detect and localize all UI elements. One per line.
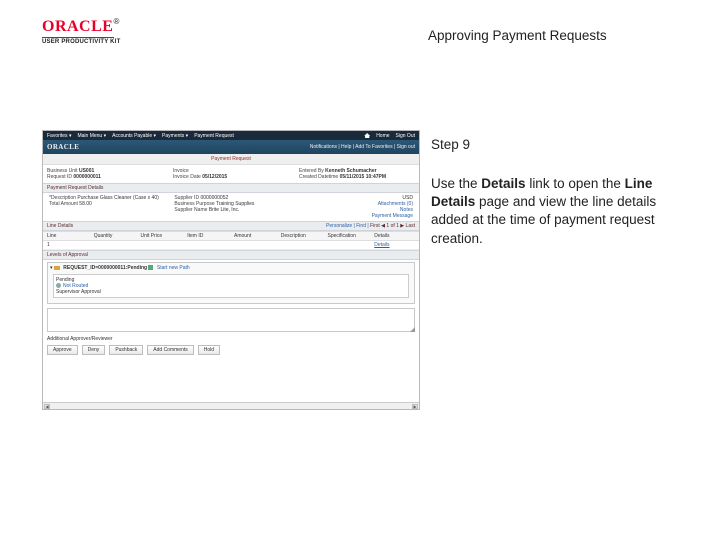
hold-button[interactable]: Hold (198, 345, 220, 355)
field-label: Request ID (47, 174, 72, 180)
cell (234, 242, 275, 248)
oracle-logo: ORACLE® USER PRODUCTIVITY KIT (42, 18, 120, 45)
home-link[interactable]: Home (376, 133, 389, 139)
upk-text: USER PRODUCTIVITY KIT (42, 39, 120, 45)
text: Use the (431, 176, 481, 191)
text: link to open the (526, 176, 625, 191)
approve-button[interactable]: Approve (47, 345, 78, 355)
section-title: Line Details (47, 223, 73, 229)
menu-item[interactable]: Favorites ▾ (47, 133, 71, 139)
horizontal-scrollbar[interactable]: ◀ ▶ (43, 402, 419, 409)
cell (187, 242, 228, 248)
action-button-row: Approve Deny Pushback Add Comments Hold (47, 345, 415, 355)
menu-item[interactable]: Payment Request (194, 133, 234, 139)
column-header: Specification (328, 233, 369, 239)
column-header: Line (47, 233, 88, 239)
cell (281, 242, 322, 248)
subnav-right[interactable]: Notifications | Help | Add To Favorites … (310, 144, 415, 150)
table-row: 1 Details (43, 241, 419, 250)
cell (94, 242, 135, 248)
column-header: Unit Price (141, 233, 182, 239)
column-header: Details (374, 233, 415, 239)
registered-mark: ® (113, 17, 119, 26)
field-label: Total Amount (49, 201, 78, 207)
home-icon[interactable] (364, 133, 370, 138)
approval-section-header: Levels of Approval (43, 250, 419, 260)
emphasis: Details (481, 176, 525, 191)
page: ORACLE® USER PRODUCTIVITY KIT Approving … (0, 0, 720, 540)
details-link[interactable]: Details (374, 242, 415, 248)
field-label: Supplier Name (174, 207, 207, 213)
field-value: 58.00 (79, 201, 92, 207)
column-header: Amount (234, 233, 275, 239)
table-header: Line Quantity Unit Price Item ID Amount … (43, 231, 419, 241)
person-icon (56, 283, 61, 288)
approval-box: ▾ REQUEST_ID=0000000011:Pending Start ne… (47, 262, 415, 304)
cell (141, 242, 182, 248)
menu-item[interactable]: Payments ▾ (162, 133, 188, 139)
field-value: Brite Lite, Inc. (209, 207, 240, 213)
menu-item[interactable]: Main Menu ▾ (77, 133, 106, 139)
page-title: Payment Request (43, 154, 419, 165)
scroll-right-icon[interactable]: ▶ (412, 404, 418, 409)
request-id-status: REQUEST_ID=0000000011:Pending (63, 265, 147, 271)
signout-link[interactable]: Sign Out (396, 133, 415, 139)
brandbar: ORACLE Notifications | Help | Add To Fav… (43, 140, 419, 154)
menubar: Favorites ▾ Main Menu ▾ Accounts Payable… (43, 131, 419, 140)
detail-block: *Description Purchase Glass Cleaner (Cas… (43, 193, 419, 221)
payment-message-link[interactable]: Payment Message (300, 213, 413, 219)
deny-button[interactable]: Deny (82, 345, 106, 355)
field-label: Invoice Date (173, 174, 201, 180)
breadcrumb-menu: Favorites ▾ Main Menu ▾ Accounts Payable… (47, 133, 356, 139)
app-screenshot: Favorites ▾ Main Menu ▾ Accounts Payable… (42, 130, 420, 410)
plus-icon[interactable] (148, 265, 153, 270)
start-new-path-link[interactable]: Start new Path (157, 265, 190, 271)
collapse-icon[interactable]: ▾ (50, 265, 53, 271)
field-value: 05/12/2015 (202, 174, 227, 180)
document-title: Approving Payment Requests (428, 28, 607, 43)
cell: 1 (47, 242, 88, 248)
approval-step-box: Pending Not Routed Supervisor Approval (53, 274, 409, 298)
pushback-button[interactable]: Pushback (109, 345, 143, 355)
field-value: 0000000011 (73, 174, 101, 180)
column-header: Item ID (187, 233, 228, 239)
header-info-row: Business Unit US001 Request ID 000000001… (43, 165, 419, 183)
column-header: Quantity (94, 233, 135, 239)
resize-handle-icon[interactable] (410, 327, 415, 332)
brand-divider (42, 37, 114, 38)
add-comments-button[interactable]: Add Comments (147, 345, 193, 355)
personalize-link[interactable]: Personalize | Find | (326, 223, 369, 229)
pager-nav[interactable]: First ◀ 1 of 1 ▶ Last (370, 223, 415, 229)
step-label: Step 9 (431, 137, 470, 152)
folder-icon (54, 266, 60, 270)
field-value: 05/11/2015 10:47PM (340, 174, 386, 180)
column-header: Description (281, 233, 322, 239)
scroll-left-icon[interactable]: ◀ (44, 404, 50, 409)
additional-approver-label: Additional Approver/Reviewer (47, 336, 415, 342)
mini-oracle-logo: ORACLE (47, 143, 79, 151)
field-label: Created Datetime (299, 174, 338, 180)
menubar-right: Home Sign Out (364, 133, 415, 139)
line-details-header: Line Details Personalize | Find | First … (43, 221, 419, 231)
brand-text: ORACLE (42, 18, 113, 35)
section-header: Payment Request Details (43, 183, 419, 193)
menu-item[interactable]: Accounts Payable ▾ (112, 133, 156, 139)
instruction-text: Use the Details link to open the Line De… (431, 175, 676, 248)
approval-role: Supervisor Approval (56, 289, 406, 295)
cell (328, 242, 369, 248)
comment-textarea[interactable] (47, 308, 415, 332)
